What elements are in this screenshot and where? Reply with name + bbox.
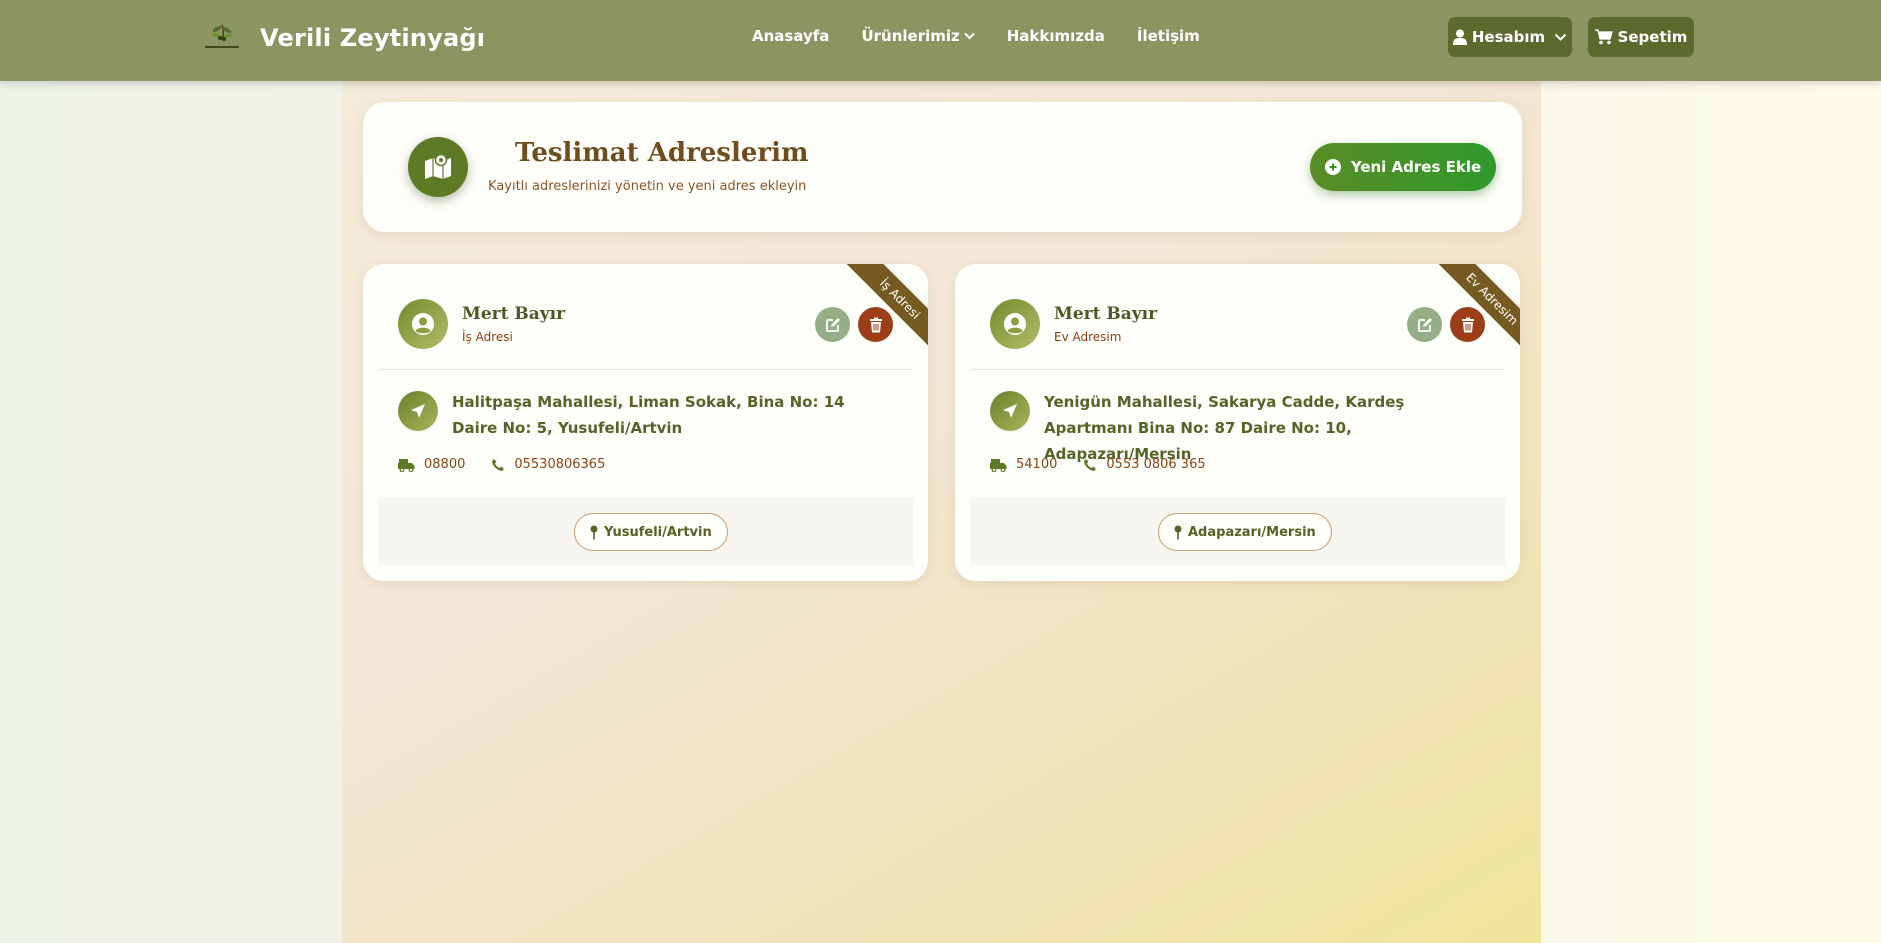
- nav-link-home[interactable]: Anasayfa: [752, 27, 829, 45]
- card-footer: Adapazarı/Mersin: [970, 497, 1505, 565]
- map-icon: [408, 137, 468, 197]
- address-type: Ev Adresim: [1054, 330, 1122, 344]
- plus-circle-icon: [1324, 159, 1341, 175]
- edit-icon: [1417, 317, 1432, 332]
- cart-button[interactable]: Sepetim: [1588, 17, 1694, 57]
- address-text: Halitpaşa Mahallesi, Liman Sokak, Bina N…: [452, 393, 845, 437]
- address-card: Ev Adresim Mert Bayır Ev Adresim Yenigün…: [955, 264, 1520, 581]
- address-type: İş Adresi: [462, 330, 513, 344]
- user-circle-icon: [398, 299, 448, 349]
- address-meta: 54100 0553 0806 365: [990, 457, 1206, 472]
- shipping-icon: [990, 458, 1007, 472]
- edit-button[interactable]: [1407, 307, 1442, 342]
- nav-link-about[interactable]: Hakkımızda: [1007, 27, 1105, 45]
- chevron-down-icon: [1554, 33, 1567, 41]
- chevron-down-icon: [964, 32, 975, 40]
- divider: [970, 369, 1505, 370]
- nav-link-products[interactable]: Ürünlerimiz: [861, 27, 975, 45]
- edit-icon: [825, 317, 840, 332]
- delete-button[interactable]: [858, 307, 893, 342]
- location-tag[interactable]: Adapazarı/Mersin: [1158, 513, 1332, 551]
- account-button[interactable]: Hesabım: [1448, 17, 1572, 57]
- map-pin-icon: [1174, 525, 1182, 539]
- divider: [378, 369, 913, 370]
- phone-icon: [491, 458, 505, 472]
- postal-code: 54100: [1016, 457, 1058, 472]
- phone-icon: [1083, 458, 1097, 472]
- user-circle-icon: [990, 299, 1040, 349]
- location-arrow-icon: [398, 391, 438, 431]
- phone-number: 05530806365: [514, 457, 606, 472]
- card-footer: Yusufeli/Artvin: [378, 497, 913, 565]
- nav-links: Anasayfa Ürünlerimiz Hakkımızda İletişim: [752, 27, 1232, 45]
- page-header-card: Teslimat Adreslerim Kayıtlı adresleriniz…: [363, 102, 1522, 232]
- recipient-name: Mert Bayır: [462, 304, 566, 324]
- brand[interactable]: Verili Zeytinyağı: [198, 18, 485, 58]
- address-meta: 08800 05530806365: [398, 457, 605, 472]
- page-subtitle: Kayıtlı adreslerinizi yönetin ve yeni ad…: [488, 179, 807, 194]
- location-arrow-icon: [990, 391, 1030, 431]
- trash-icon: [1461, 317, 1474, 332]
- delete-button[interactable]: [1450, 307, 1485, 342]
- cart-icon: [1594, 29, 1613, 45]
- trash-icon: [869, 317, 882, 332]
- postal-code: 08800: [424, 457, 466, 472]
- map-pin-icon: [590, 525, 598, 539]
- location-tag[interactable]: Yusufeli/Artvin: [574, 513, 728, 551]
- user-icon: [1452, 29, 1467, 45]
- shipping-icon: [398, 458, 415, 472]
- address-text: Yenigün Mahallesi, Sakarya Cadde, Kardeş…: [1044, 393, 1405, 463]
- page-title: Teslimat Adreslerim: [515, 138, 809, 168]
- olive-logo-icon: [198, 19, 246, 57]
- brand-name: Verili Zeytinyağı: [260, 24, 486, 52]
- nav-link-contact[interactable]: İletişim: [1137, 27, 1200, 45]
- address-card: İş Adresi Mert Bayır İş Adresi Halitpaşa…: [363, 264, 928, 581]
- navbar: Verili Zeytinyağı Anasayfa Ürünlerimiz H…: [0, 0, 1881, 81]
- phone-number: 0553 0806 365: [1106, 457, 1206, 472]
- edit-button[interactable]: [815, 307, 850, 342]
- recipient-name: Mert Bayır: [1054, 304, 1158, 324]
- add-address-button[interactable]: Yeni Adres Ekle: [1310, 143, 1496, 191]
